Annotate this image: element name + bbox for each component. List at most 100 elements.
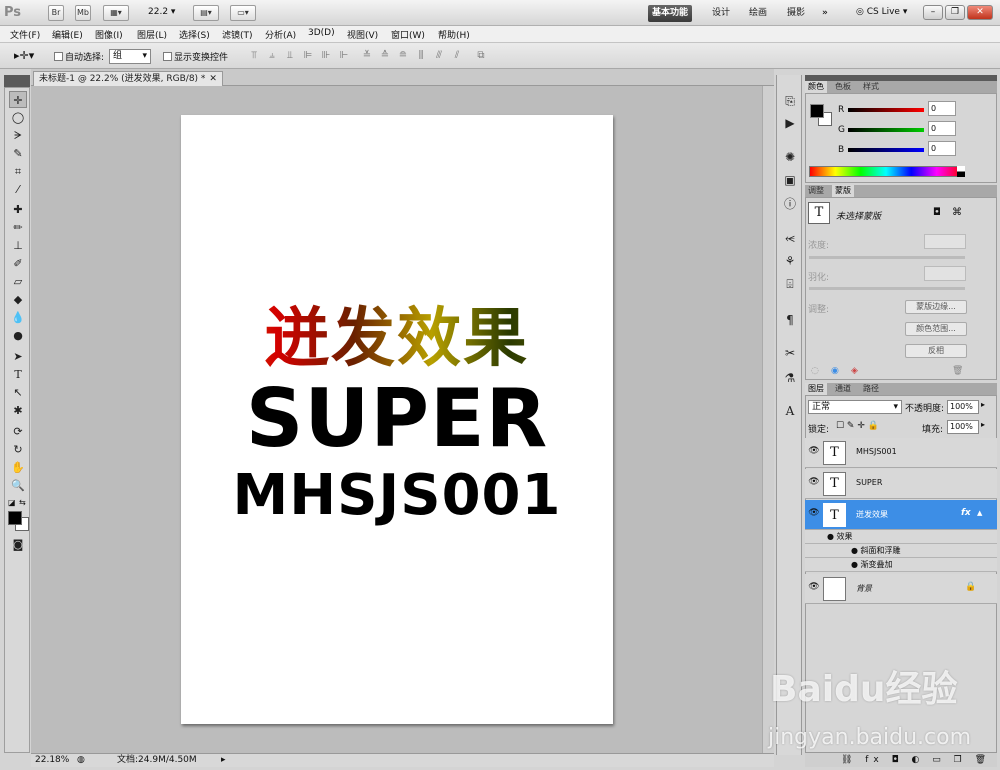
menu-window[interactable]: 窗口(W) [391, 28, 425, 41]
workspace-photography[interactable]: 摄影 [783, 5, 809, 22]
r-slider[interactable] [848, 108, 924, 112]
paragraph-panel-icon[interactable]: ¶ [782, 312, 798, 328]
layer-row-selected[interactable]: 👁 T 迸发效果 fx ▲ [805, 500, 997, 530]
tab-paths[interactable]: 路径 [860, 383, 882, 395]
auto-select-dropdown[interactable]: 组 ▾ [109, 49, 151, 64]
pixel-mask-icon[interactable]: ◘ [933, 207, 941, 218]
align-top-icon[interactable]: ⫪ [247, 49, 261, 63]
tab-styles[interactable]: 样式 [860, 81, 882, 93]
align-bottom-icon[interactable]: ⫫ [283, 49, 297, 63]
custom-shape-tool-icon[interactable]: ✱ [9, 402, 27, 419]
tab-masks[interactable]: 蒙版 [832, 185, 854, 197]
vertical-scrollbar[interactable] [762, 86, 774, 753]
document-tab[interactable]: 未标题-1 @ 22.2% (迸发效果, RGB/8) * ✕ [33, 71, 223, 87]
brush-presets-icon[interactable]: ⥷ [782, 230, 798, 246]
delete-mask-icon[interactable]: 🗑 [952, 366, 963, 376]
visibility-eye-icon[interactable]: 👁 [808, 446, 820, 458]
load-selection-icon[interactable]: ◌ [811, 366, 819, 376]
disable-mask-icon[interactable]: ◈ [851, 366, 858, 376]
r-input[interactable]: 0 [928, 101, 956, 116]
styles-dock-icon[interactable]: ⚗ [782, 370, 798, 386]
move-tool-icon[interactable]: ✛ [9, 91, 27, 108]
status-zoom[interactable]: 22.18% [35, 754, 69, 767]
effect-row[interactable]: ● 斜面和浮雕 [805, 544, 997, 558]
fill-arrow-icon[interactable]: ▸ [981, 420, 985, 429]
zoom-tool-icon[interactable]: 🔍 [9, 477, 27, 494]
density-slider[interactable] [809, 256, 965, 259]
show-transform-checkbox[interactable] [163, 52, 172, 61]
workspace-design[interactable]: 设计 [708, 5, 734, 22]
feather-slider[interactable] [809, 287, 965, 290]
foreground-color-swatch[interactable] [8, 511, 22, 525]
menu-help[interactable]: 帮助(H) [438, 28, 470, 41]
align-hcenter-icon[interactable]: ⊪ [319, 49, 333, 63]
mask-edge-button[interactable]: 蒙版边缘... [905, 300, 967, 314]
navigator-panel-icon[interactable]: ▣ [782, 172, 798, 188]
tab-channels[interactable]: 通道 [832, 383, 854, 395]
minimize-button[interactable]: – [923, 5, 943, 20]
layer-row[interactable]: 👁 T SUPER [805, 469, 997, 499]
align-left-icon[interactable]: ⊫ [301, 49, 315, 63]
close-tab-icon[interactable]: ✕ [209, 74, 217, 84]
visibility-eye-icon[interactable]: 👁 [808, 582, 820, 594]
tool-presets-icon[interactable]: ⌹ [782, 276, 798, 292]
screen-mode-button[interactable]: ▭▾ [230, 5, 256, 21]
arrange-documents-button[interactable]: ▤▾ [193, 5, 219, 21]
distribute-hcenter-icon[interactable]: ⫻ [432, 49, 446, 63]
b-slider[interactable] [848, 148, 924, 152]
hand-tool-icon[interactable]: ✋ [9, 459, 27, 476]
effect-eye-icon[interactable]: ● [851, 560, 858, 569]
effects-eye-icon[interactable]: ● [827, 532, 834, 541]
history-brush-tool-icon[interactable]: ✐ [9, 255, 27, 272]
crop-tool-icon[interactable]: ⌗ [9, 163, 27, 180]
color-fg-swatch[interactable] [810, 104, 824, 118]
quick-selection-tool-icon[interactable]: ✎ [9, 145, 27, 162]
dodge-tool-icon[interactable]: ● [9, 327, 27, 344]
distribute-bottom-icon[interactable]: ≘ [396, 49, 410, 63]
layer-row[interactable]: 👁 T MHSJS001 [805, 438, 997, 468]
info-panel-icon[interactable]: ⓘ [782, 196, 798, 212]
history-panel-icon[interactable]: ⎘ [782, 93, 798, 109]
apply-mask-icon[interactable]: ◉ [831, 366, 839, 376]
menu-image[interactable]: 图像(I) [95, 28, 123, 41]
distribute-right-icon[interactable]: ⫽ [450, 49, 464, 63]
quick-mask-icon[interactable]: ◙ [9, 536, 27, 553]
expand-effects-icon[interactable]: ▲ [977, 509, 982, 517]
type-tool-icon[interactable]: T [9, 366, 27, 383]
menu-file[interactable]: 文件(F) [10, 28, 40, 41]
menu-view[interactable]: 视图(V) [347, 28, 378, 41]
distribute-top-icon[interactable]: ≚ [360, 49, 374, 63]
status-info-icon[interactable]: ◍ [77, 754, 85, 767]
menu-filter[interactable]: 滤镜(T) [222, 28, 253, 41]
density-input[interactable] [924, 234, 966, 249]
path-selection-tool-icon[interactable]: ➤ [9, 348, 27, 365]
menu-3d[interactable]: 3D(D) [308, 28, 335, 38]
status-menu-arrow-icon[interactable]: ▸ [221, 754, 226, 767]
layers-footer-buttons[interactable]: ⛓ fx ◘ ◐ ▭ ❐ 🗑 [805, 752, 997, 767]
opacity-input[interactable]: 100% [947, 400, 979, 414]
g-input[interactable]: 0 [928, 121, 956, 136]
b-input[interactable]: 0 [928, 141, 956, 156]
spot-healing-tool-icon[interactable]: ✚ [9, 201, 27, 218]
effects-group-row[interactable]: ● 效果 [805, 530, 997, 544]
move-tool-preset-icon[interactable]: ▸✛▾ [14, 49, 34, 62]
invert-button[interactable]: 反相 [905, 344, 967, 358]
menu-select[interactable]: 选择(S) [179, 28, 210, 41]
auto-align-icon[interactable]: ⧉ [474, 49, 488, 63]
fx-badge[interactable]: fx [961, 508, 971, 518]
bridge-icon[interactable]: Br [48, 5, 64, 21]
lock-icons[interactable]: ☐ ✎ ✛ 🔒 [836, 421, 879, 431]
close-button[interactable]: ✕ [967, 5, 993, 20]
tab-layers[interactable]: 图层 [805, 383, 827, 395]
tab-adjustments[interactable]: 调整 [805, 185, 827, 197]
3d-panel-icon[interactable]: ✺ [782, 149, 798, 165]
distribute-vcenter-icon[interactable]: ≙ [378, 49, 392, 63]
clone-stamp-tool-icon[interactable]: ⊥ [9, 237, 27, 254]
vector-mask-icon[interactable]: ⌘ [952, 207, 962, 218]
eraser-tool-icon[interactable]: ▱ [9, 273, 27, 290]
g-slider[interactable] [848, 128, 924, 132]
animation-panel-icon[interactable]: ✂ [782, 345, 798, 361]
mini-bridge-icon[interactable]: Mb [75, 5, 91, 21]
marquee-tool-icon[interactable]: ◯ [9, 109, 27, 126]
tab-color[interactable]: 颜色 [805, 81, 827, 93]
